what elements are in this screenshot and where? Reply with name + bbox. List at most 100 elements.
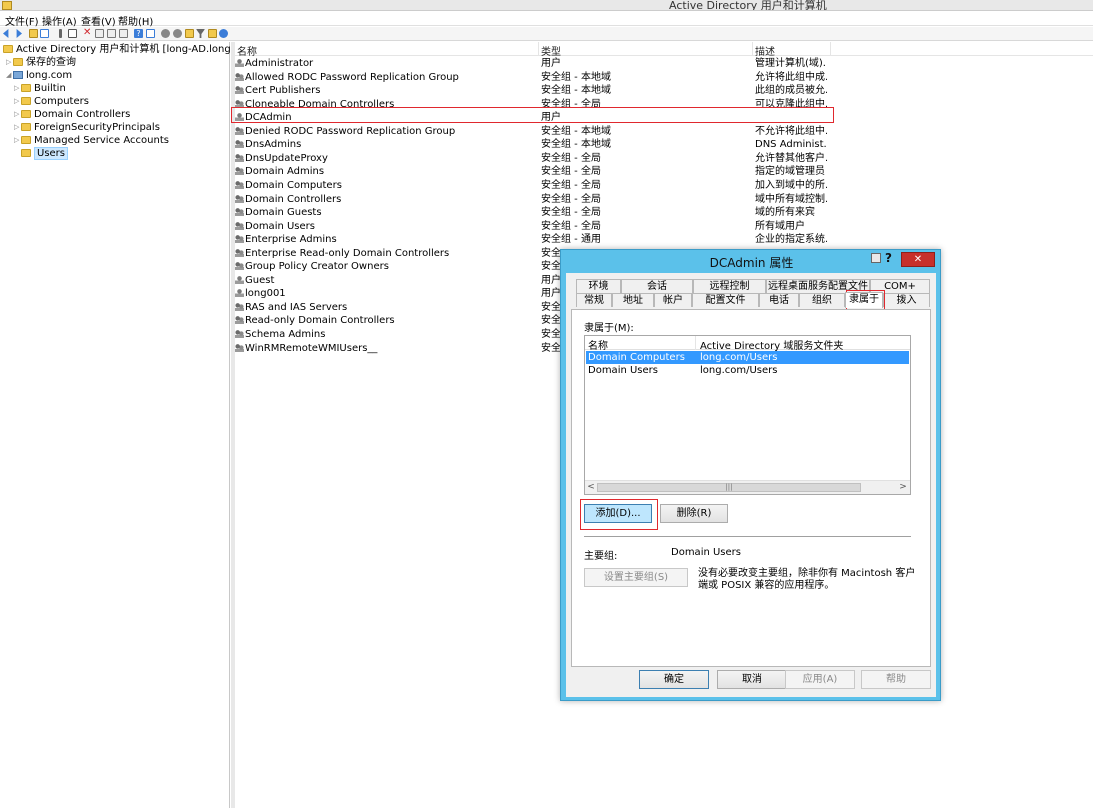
tab-member-of[interactable]: 隶属于	[845, 292, 883, 308]
tree-root[interactable]: Active Directory 用户和计算机 [long-AD.long.co…	[3, 43, 259, 56]
folder-icon	[21, 84, 31, 92]
tab-address[interactable]: 地址	[612, 293, 654, 307]
tab-general[interactable]: 常规	[576, 293, 612, 307]
tree-item-builtin[interactable]: ▷ Builtin	[14, 82, 66, 95]
expand-icon[interactable]: ▷	[14, 134, 21, 147]
grid-header-name[interactable]: 名称	[588, 337, 608, 352]
group-icon	[235, 343, 244, 352]
expand-icon[interactable]: ▷	[14, 108, 21, 121]
member-of-label: 隶属于(M):	[584, 323, 634, 334]
folder-icon	[21, 123, 31, 131]
scroll-right-icon[interactable]: >	[897, 481, 909, 494]
member-of-list[interactable]: 名称 Active Directory 域服务文件夹 Domain Comput…	[584, 335, 911, 495]
group-icon	[235, 248, 244, 257]
menu-file[interactable]: 文件(F)	[5, 13, 39, 28]
expand-icon[interactable]: ▷	[14, 95, 21, 108]
filter-icon[interactable]	[196, 29, 205, 38]
tree-item-domain-controllers[interactable]: ▷ Domain Controllers	[14, 108, 130, 121]
domain-icon	[13, 71, 23, 79]
tree-item-foreign-security-principals[interactable]: ▷ ForeignSecurityPrincipals	[14, 121, 160, 134]
expand-icon[interactable]: ▷	[6, 56, 13, 69]
help-icon[interactable]: ?	[134, 29, 143, 38]
horizontal-scrollbar[interactable]: < ||| >	[585, 480, 910, 494]
toolbar: ✕ ?	[0, 27, 1093, 41]
table-row[interactable]: Denied RODC Password Replication Group 安全…	[235, 125, 1093, 139]
tree-item-domain[interactable]: ◢ long.com	[6, 69, 72, 82]
view-icon[interactable]	[146, 29, 155, 38]
group-icon	[235, 262, 244, 271]
back-arrow-icon[interactable]	[3, 29, 9, 38]
cancel-button[interactable]: 取消	[717, 670, 787, 689]
scroll-thumb[interactable]: |||	[597, 483, 861, 492]
column-separator[interactable]	[538, 42, 539, 56]
export-icon[interactable]	[119, 29, 128, 38]
tab-environment[interactable]: 环境	[576, 279, 621, 293]
forward-arrow-icon[interactable]	[16, 29, 22, 38]
expand-icon[interactable]: ▷	[14, 82, 21, 95]
scroll-left-icon[interactable]: <	[585, 481, 597, 494]
tab-sessions[interactable]: 会话	[621, 279, 693, 293]
table-row[interactable]: Domain Admins 安全组 - 全局 指定的域管理员	[235, 165, 1093, 179]
tree-item-saved-queries[interactable]: ▷ 保存的查询	[6, 56, 76, 69]
tab-profile[interactable]: 配置文件	[692, 293, 759, 307]
tab-organization[interactable]: 组织	[799, 293, 845, 307]
find-icon[interactable]	[208, 29, 217, 38]
context-help-icon[interactable]	[871, 253, 881, 263]
tree-item-managed-service-accounts[interactable]: ▷ Managed Service Accounts	[14, 134, 169, 147]
group-icon	[235, 208, 244, 217]
add-ou-icon[interactable]	[185, 29, 194, 38]
table-row[interactable]: DnsUpdateProxy 安全组 - 全局 允许替其他客户...	[235, 152, 1093, 166]
list-item[interactable]: Domain Computers long.com/Users	[586, 351, 909, 364]
add-to-group-icon[interactable]	[219, 29, 228, 38]
tree-item-users[interactable]: Users	[14, 147, 69, 160]
table-row[interactable]: Domain Computers 安全组 - 全局 加入到域中的所...	[235, 179, 1093, 193]
grid-header: 名称 Active Directory 域服务文件夹	[585, 336, 910, 352]
add-group-icon[interactable]	[173, 29, 182, 38]
expand-icon[interactable]: ▷	[14, 121, 21, 134]
refresh-icon[interactable]	[107, 29, 116, 38]
column-separator[interactable]	[830, 42, 831, 56]
apply-button[interactable]: 应用(A)	[785, 670, 855, 689]
table-row[interactable]: DnsAdmins 安全组 - 本地域 DNS Administ...	[235, 138, 1093, 152]
tab-telephones[interactable]: 电话	[759, 293, 799, 307]
properties-icon[interactable]	[95, 29, 104, 38]
menu-help[interactable]: 帮助(H)	[118, 13, 153, 28]
column-separator[interactable]	[695, 336, 696, 350]
table-row[interactable]: Allowed RODC Password Replication Group 安…	[235, 71, 1093, 85]
tab-remote-control[interactable]: 远程控制	[693, 279, 766, 293]
table-row[interactable]: Domain Users 安全组 - 全局 所有域用户	[235, 220, 1093, 234]
close-button[interactable]: ✕	[901, 252, 935, 267]
ok-button[interactable]: 确定	[639, 670, 709, 689]
list-item[interactable]: Domain Users long.com/Users	[586, 364, 909, 377]
grid-header-folder[interactable]: Active Directory 域服务文件夹	[700, 337, 843, 352]
remove-button[interactable]: 删除(R)	[660, 504, 728, 523]
add-user-icon[interactable]	[161, 29, 170, 38]
table-row[interactable]: Cert Publishers 安全组 - 本地域 此组的成员被允...	[235, 84, 1093, 98]
group-icon	[235, 167, 244, 176]
column-header-type[interactable]: 类型	[541, 43, 561, 58]
group-icon	[235, 140, 244, 149]
help-button[interactable]: 帮助	[861, 670, 931, 689]
table-row[interactable]: Enterprise Admins 安全组 - 通用 企业的指定系统...	[235, 233, 1093, 247]
set-primary-group-button[interactable]: 设置主要组(S)	[584, 568, 688, 587]
menu-action[interactable]: 操作(A)	[42, 13, 77, 28]
tab-account[interactable]: 帐户	[654, 293, 692, 307]
tree-item-computers[interactable]: ▷ Computers	[14, 95, 89, 108]
folder-up-icon[interactable]	[29, 29, 38, 38]
table-row[interactable]: Domain Guests 安全组 - 全局 域的所有来宾	[235, 206, 1093, 220]
collapse-icon[interactable]: ◢	[6, 69, 13, 82]
table-row[interactable]: Domain Controllers 安全组 - 全局 域中所有域控制...	[235, 193, 1093, 207]
cut-icon[interactable]	[59, 29, 62, 38]
copy-icon[interactable]	[68, 29, 77, 38]
column-header-name[interactable]: 名称	[237, 43, 257, 58]
delete-icon[interactable]: ✕	[83, 28, 92, 38]
primary-group-value: Domain Users	[671, 547, 741, 558]
help-icon[interactable]: ?	[885, 251, 892, 265]
show-tree-icon[interactable]	[40, 29, 49, 38]
table-row[interactable]: Administrator 用户 管理计算机(域)...	[235, 57, 1093, 71]
tab-dial-in[interactable]: 拨入	[883, 293, 930, 307]
column-header-desc[interactable]: 描述	[755, 43, 775, 58]
menu-view[interactable]: 查看(V)	[81, 13, 116, 28]
properties-dialog: DCAdmin 属性 ? ✕ 环境 会话 远程控制 远程桌面服务配置文件 COM…	[560, 249, 941, 701]
column-separator[interactable]	[752, 42, 753, 56]
